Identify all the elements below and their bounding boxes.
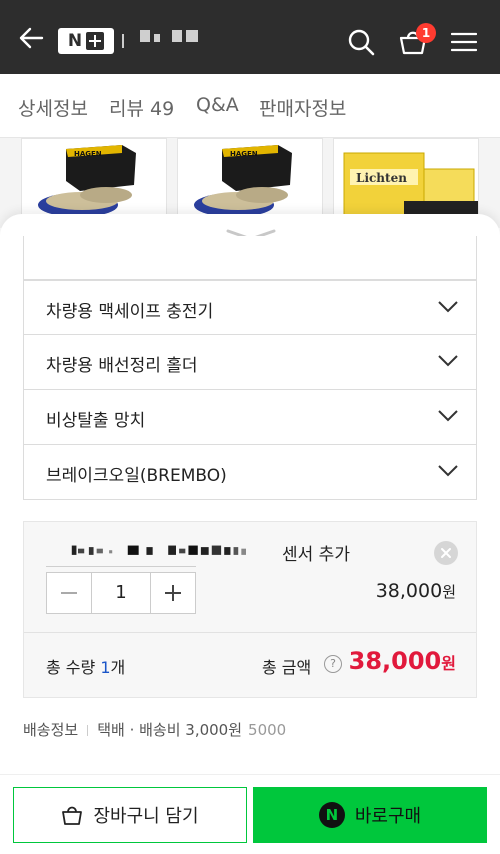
total-amount: 38,000원 — [349, 647, 456, 675]
svg-text:HAGEN: HAGEN — [74, 150, 102, 158]
option-label: 브레이크오일(BREMBO) — [46, 466, 227, 486]
menu-icon[interactable] — [451, 32, 477, 52]
shipping-method: 택배 · 배송비 3,000원 — [97, 721, 243, 739]
buy-now-label: 바로구매 — [354, 806, 422, 827]
tab-details[interactable]: 상세정보 — [18, 94, 88, 121]
tab-reviews[interactable]: 리뷰 49 — [109, 94, 174, 121]
option-item[interactable]: 차량용 맥세이프 충전기 — [23, 280, 477, 335]
logo-letter: N — [67, 31, 83, 51]
chevron-down-icon — [438, 355, 458, 367]
svg-text:Lichten: Lichten — [356, 171, 407, 185]
purchase-option-sheet: 차량용 맥세이프 충전기 차량용 배선정리 홀더 비상탈출 망치 브레이크오일(… — [0, 214, 500, 854]
option-name-underline — [46, 566, 196, 567]
chevron-down-icon — [438, 301, 458, 313]
option-item[interactable]: 차량용 배선정리 홀더 — [23, 335, 477, 390]
svg-text:HAGEN: HAGEN — [230, 150, 258, 158]
divider — [87, 725, 89, 736]
close-icon — [441, 548, 451, 558]
cart-count-badge: 1 — [416, 23, 436, 43]
total-amount-label: 총 금액 — [262, 658, 312, 677]
plus-icon — [86, 32, 105, 50]
quantity-value[interactable]: 1 — [91, 573, 151, 613]
increase-quantity-button[interactable] — [151, 573, 195, 613]
help-question-icon[interactable]: ? — [324, 655, 342, 673]
tab-seller-info[interactable]: 판매자정보 — [259, 94, 346, 121]
selected-option-name: 센서 추가 — [46, 540, 426, 566]
total-amount-unit: 원 — [441, 654, 456, 673]
top-header: N 1 — [0, 0, 500, 74]
naver-plus-logo[interactable]: N — [58, 28, 114, 54]
product-tabs: 상세정보 리뷰 49 Q&A 판매자정보 — [0, 74, 500, 138]
total-quantity-value: 1 — [100, 658, 111, 677]
option-label: 차량용 배선정리 홀더 — [46, 356, 198, 376]
total-quantity-unit: 개 — [110, 658, 126, 677]
divider — [0, 774, 500, 775]
blurred-store-name — [136, 30, 198, 44]
decrease-quantity-button[interactable] — [47, 573, 91, 613]
chevron-down-icon — [438, 410, 458, 422]
remove-option-button[interactable] — [434, 541, 458, 565]
option-list: 차량용 맥세이프 충전기 차량용 배선정리 홀더 비상탈출 망치 브레이크오일(… — [23, 236, 477, 500]
selected-option-box: 센서 추가 1 38,000원 총 수량 1개 총 금액 ? 38,000원 — [23, 521, 477, 698]
shipping-info: 배송정보 택배 · 배송비 3,000원 5000 — [23, 719, 286, 740]
tab-qna[interactable]: Q&A — [196, 94, 239, 116]
selected-option-suffix: 센서 추가 — [282, 545, 350, 565]
total-quantity: 총 수량 1개 — [46, 654, 125, 678]
shopping-bag-icon — [62, 806, 83, 825]
selected-option-price: 38,000원 — [376, 580, 456, 602]
option-label: 차량용 맥세이프 충전기 — [46, 302, 214, 322]
total-amount-value: 38,000 — [348, 647, 442, 675]
add-to-cart-button[interactable]: 장바구니 담기 — [13, 787, 247, 843]
option-label: 비상탈출 망치 — [46, 411, 146, 431]
price-value: 38,000 — [375, 580, 443, 602]
blurred-option-text — [71, 545, 246, 555]
option-item[interactable] — [23, 236, 477, 280]
divider — [24, 632, 476, 633]
option-item[interactable]: 비상탈출 망치 — [23, 390, 477, 445]
chevron-down-icon — [438, 465, 458, 477]
naver-pay-icon: N — [318, 802, 345, 828]
total-quantity-label: 총 수량 — [46, 658, 96, 677]
add-to-cart-label: 장바구니 담기 — [93, 806, 199, 827]
shipping-label: 배송정보 — [23, 721, 79, 739]
header-divider — [122, 34, 124, 48]
quantity-stepper: 1 — [46, 572, 196, 614]
arrow-left-icon[interactable] — [18, 27, 44, 49]
shipping-extra: 5000 — [248, 721, 287, 739]
search-icon[interactable] — [347, 28, 375, 56]
price-unit: 원 — [442, 583, 456, 601]
option-item[interactable]: 브레이크오일(BREMBO) — [23, 445, 477, 500]
buy-now-button[interactable]: N 바로구매 — [253, 787, 487, 843]
